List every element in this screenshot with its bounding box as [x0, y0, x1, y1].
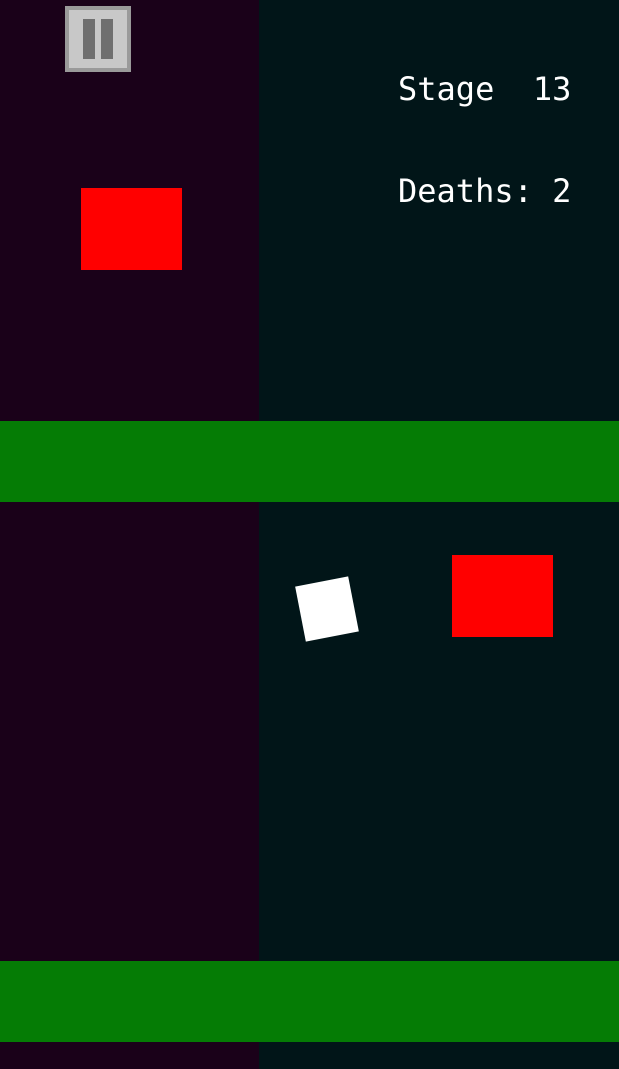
hazard-block-top-left	[81, 188, 182, 270]
pause-button[interactable]	[65, 6, 131, 72]
stage-label: Stage	[398, 70, 495, 108]
pause-icon-bar-right	[101, 19, 113, 59]
deaths-label: Deaths:	[398, 172, 533, 210]
stage-indicator: Stage 13	[398, 72, 571, 106]
stage-number: 13	[532, 70, 572, 108]
platform-upper	[0, 421, 619, 502]
hazard-block-right	[452, 555, 553, 637]
game-canvas[interactable]: Stage 13 Deaths: 2	[0, 0, 619, 1069]
pause-icon-bar-left	[83, 19, 95, 59]
player-square	[295, 576, 359, 642]
hud-stats: Stage 13 Deaths: 2	[398, 4, 571, 276]
platform-lower	[0, 961, 619, 1042]
deaths-count: 2	[552, 172, 572, 210]
deaths-indicator: Deaths: 2	[398, 174, 571, 208]
left-lane-background	[0, 0, 259, 1069]
